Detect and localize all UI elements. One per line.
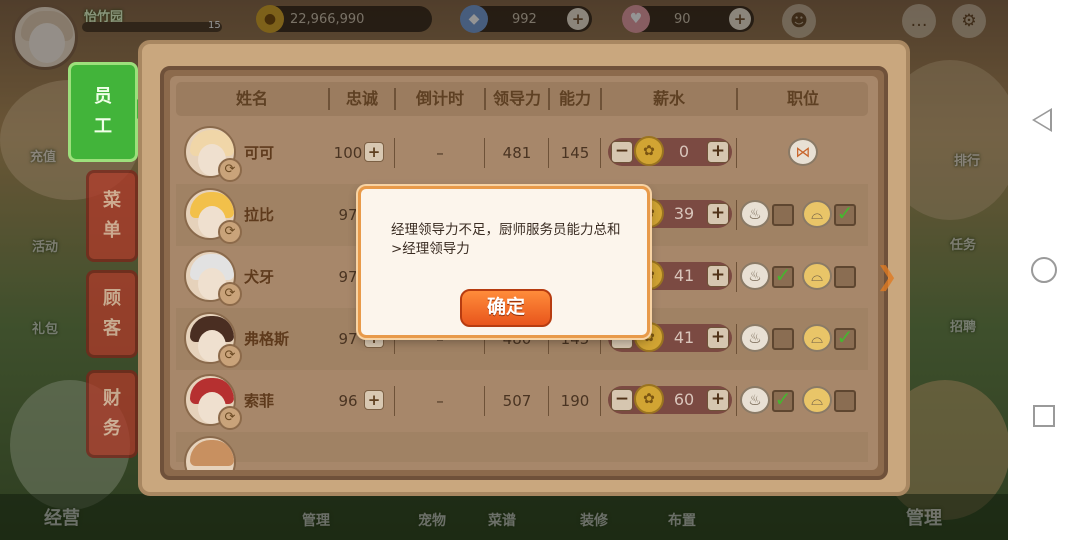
- tab-staff-char-2: 工: [94, 116, 112, 137]
- confirm-button[interactable]: 确定: [460, 289, 552, 327]
- tab-customers-char-1: 顾: [103, 288, 121, 309]
- staff-portrait[interactable]: [184, 436, 236, 470]
- waiter-cloche-icon: ⌓: [802, 386, 832, 414]
- loyalty-value: 100: [333, 144, 363, 162]
- waiter-cloche-icon: ⌓: [802, 200, 832, 228]
- chef-hat-icon: ♨: [740, 200, 770, 228]
- leadership-value: 481: [502, 144, 532, 162]
- salary-plus-button[interactable]: +: [707, 389, 729, 411]
- countdown-value: –: [436, 144, 444, 162]
- salary-minus-button[interactable]: −: [611, 389, 633, 411]
- salary-control: − ✿ 60 +: [608, 384, 732, 414]
- countdown-value: –: [436, 392, 444, 410]
- loyalty-plus-button[interactable]: +: [364, 142, 384, 162]
- swap-icon[interactable]: ⟳: [218, 406, 242, 430]
- header-countdown: 倒计时: [415, 89, 464, 108]
- salary-value: 60: [673, 390, 695, 409]
- waiter-checkbox[interactable]: [834, 390, 856, 412]
- salary-plus-button[interactable]: +: [707, 141, 729, 163]
- tab-customers[interactable]: 顾 客: [86, 270, 138, 358]
- table-row[interactable]: ⟳ 索菲 96 + – 507 190 − ✿ 60 + ♨ ✓ ⌓: [176, 370, 868, 432]
- paw-coin-icon: ✿: [634, 136, 664, 166]
- staff-name: 索菲: [244, 392, 275, 410]
- header-salary: 薪水: [652, 89, 685, 108]
- waiter-cloche-icon: ⌓: [802, 324, 832, 352]
- chef-checkbox[interactable]: [772, 204, 794, 226]
- salary-plus-button[interactable]: +: [707, 203, 729, 225]
- tab-finance-char-1: 财: [103, 388, 121, 409]
- leadership-value: 507: [502, 392, 532, 410]
- back-icon-inner: [1035, 111, 1050, 129]
- system-navigation-bar: [1008, 0, 1080, 540]
- tab-finance[interactable]: 财 务: [86, 370, 138, 458]
- salary-plus-button[interactable]: +: [707, 265, 729, 287]
- alert-dialog: 经理领导力不足，厨师服务员能力总和>经理领导力 确定: [358, 186, 650, 338]
- chef-hat-icon: ♨: [740, 386, 770, 414]
- waiter-checkbox[interactable]: [834, 266, 856, 288]
- header-ability: 能力: [558, 89, 591, 108]
- waiter-checkbox[interactable]: ✓: [834, 203, 856, 226]
- table-row[interactable]: ⟳ 可可 100 + – 481 145 − ✿ 0 + ⋈: [176, 122, 868, 184]
- chevron-right-icon[interactable]: ❯: [876, 262, 898, 292]
- home-icon[interactable]: [1031, 257, 1057, 283]
- swap-icon[interactable]: ⟳: [218, 282, 242, 306]
- table-row[interactable]: [176, 432, 868, 470]
- table-header: 姓名 忠诚 倒计时 领导力 能力 薪水 职位: [176, 82, 868, 116]
- tab-staff[interactable]: 员 工: [68, 62, 149, 162]
- tab-finance-char-2: 务: [103, 418, 121, 439]
- header-position: 职位: [786, 89, 819, 108]
- swap-icon[interactable]: ⟳: [218, 344, 242, 368]
- dialog-message: 经理领导力不足，厨师服务员能力总和>经理领导力: [391, 222, 621, 257]
- tab-staff-char-1: 员: [94, 86, 112, 107]
- paw-coin-icon: ✿: [634, 384, 664, 414]
- salary-value: 0: [678, 142, 690, 161]
- chef-checkbox[interactable]: [772, 328, 794, 350]
- ability-value: 145: [560, 144, 590, 162]
- staff-name: 可可: [244, 144, 275, 162]
- chef-checkbox[interactable]: ✓: [772, 389, 794, 412]
- tab-menu-char-2: 单: [103, 220, 121, 241]
- salary-value: 41: [673, 266, 695, 285]
- salary-minus-button[interactable]: −: [611, 141, 633, 163]
- recent-apps-icon[interactable]: [1033, 405, 1055, 427]
- swap-icon[interactable]: ⟳: [218, 220, 242, 244]
- game-viewport: 怡竹园 15 ● 22,966,990 ◆ 992 + ♥ 90 + ☻ … ⚙…: [0, 0, 1008, 540]
- staff-name: 拉比: [244, 206, 275, 224]
- loyalty-value: 96: [338, 392, 358, 410]
- swap-icon[interactable]: ⟳: [218, 158, 242, 182]
- salary-value: 39: [673, 204, 695, 223]
- loyalty-plus-button[interactable]: +: [364, 390, 384, 410]
- salary-value: 41: [673, 328, 695, 347]
- salary-plus-button[interactable]: +: [707, 327, 729, 349]
- header-name: 姓名: [235, 89, 268, 108]
- ability-value: 190: [560, 392, 590, 410]
- tab-menu-char-1: 菜: [103, 190, 121, 211]
- salary-control: − ✿ 0 +: [608, 136, 732, 166]
- staff-name: 犬牙: [244, 268, 275, 286]
- tab-menu[interactable]: 菜 单: [86, 170, 138, 262]
- header-leadership: 领导力: [492, 89, 541, 108]
- staff-name: 弗格斯: [244, 330, 290, 348]
- chef-checkbox[interactable]: ✓: [772, 265, 794, 288]
- chef-hat-icon: ♨: [740, 324, 770, 352]
- header-loyalty: 忠诚: [345, 89, 378, 108]
- chef-hat-icon: ♨: [740, 262, 770, 290]
- waiter-checkbox[interactable]: ✓: [834, 327, 856, 350]
- tab-customers-char-2: 客: [103, 318, 121, 339]
- manager-bowtie-icon[interactable]: ⋈: [788, 138, 818, 166]
- waiter-cloche-icon: ⌓: [802, 262, 832, 290]
